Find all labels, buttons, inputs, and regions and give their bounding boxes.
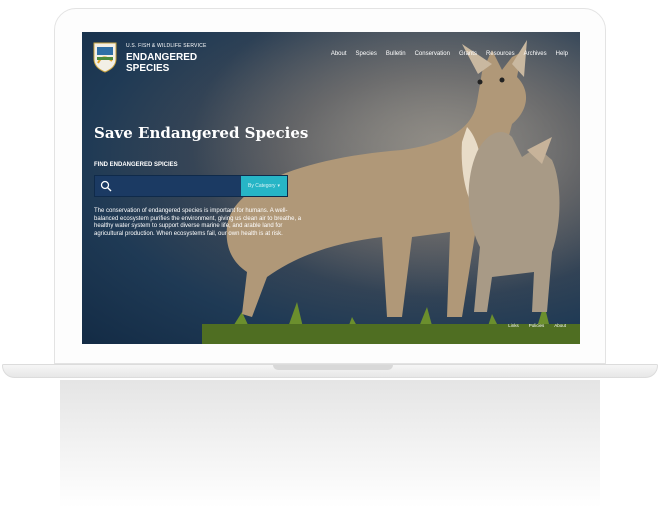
footer-link-policies[interactable]: Policies [529,323,545,328]
hero-title: Save Endangered Species [94,124,309,142]
footer-link-links[interactable]: Links [508,323,519,328]
nav-item-archives[interactable]: Archives [524,51,547,57]
laptop-notch [273,365,393,370]
nav-item-grants[interactable]: Grants [459,51,477,57]
category-filter-button[interactable]: By Category ▾ [241,176,287,196]
website-screen: U.S. FISH & WILDLIFE SERVICE ENDANGERED … [82,32,580,344]
agency-name: U.S. FISH & WILDLIFE SERVICE [126,43,207,49]
find-species-label: FIND ENDANGERED SPICIES [94,162,178,168]
nav-item-about[interactable]: About [331,51,347,57]
site-title[interactable]: ENDANGERED SPECIES [126,52,197,74]
laptop-shadow [60,380,600,508]
nav-item-bulletin[interactable]: Bulletin [386,51,406,57]
nav-item-conservation[interactable]: Conservation [415,51,450,57]
site-title-line1: ENDANGERED [126,52,198,63]
hero-description: The conservation of endangered species i… [94,208,302,237]
category-filter-label: By Category [247,183,276,189]
species-search-bar: By Category ▾ [94,175,288,197]
footer-link-about[interactable]: About [554,323,566,328]
nav-item-species[interactable]: Species [356,51,377,57]
footer-links: Links Policies About [508,323,566,328]
search-icon[interactable] [100,180,112,192]
site-title-line2: SPECIES [126,63,170,74]
laptop-base [2,364,658,378]
chevron-down-icon: ▾ [277,183,281,189]
nav-item-help[interactable]: Help [556,51,568,57]
species-search-input[interactable] [117,178,251,196]
usfws-shield-logo [93,42,117,73]
nav-item-resources[interactable]: Resources [486,51,515,57]
main-nav: About Species Bulletin Conservation Gran… [331,51,568,57]
